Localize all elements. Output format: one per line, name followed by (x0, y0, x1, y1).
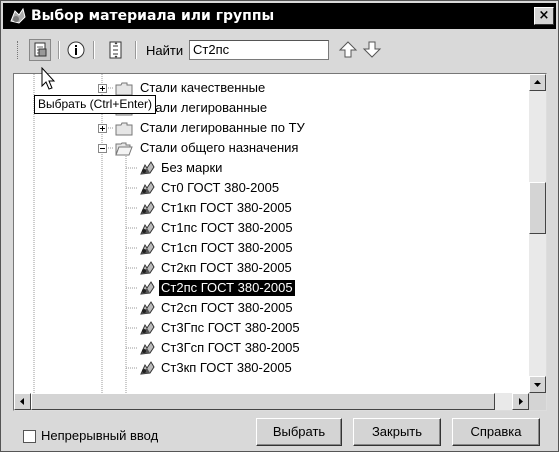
horizontal-scroll-thumb[interactable] (31, 393, 495, 410)
tree-view-icon (109, 41, 122, 59)
tree-item-label-selected: Ст2пс ГОСТ 380-2005 (158, 279, 296, 297)
tree-material-item[interactable]: Ст2кп ГОСТ 380-2005 (14, 258, 509, 278)
title-bar: Выбор материала или группы × (3, 3, 556, 29)
continuous-input-checkbox[interactable] (23, 430, 36, 443)
scroll-left-icon (20, 398, 24, 405)
help-button[interactable]: Справка (452, 418, 540, 446)
tree-item-label: Ст3кп ГОСТ 380-2005 (161, 360, 292, 375)
tree-group-item[interactable]: Стали легированные по ТУ (14, 118, 509, 138)
material-icon (138, 159, 156, 177)
tree-material-item[interactable]: Ст2сп ГОСТ 380-2005 (14, 298, 509, 318)
window-title: Выбор материала или группы (31, 8, 275, 24)
mouse-cursor-icon (41, 67, 56, 90)
tree-material-item[interactable]: Ст3Гпс ГОСТ 380-2005 (14, 318, 509, 338)
find-label: Найти (146, 43, 184, 58)
folder-icon (115, 141, 133, 156)
tree-material-item[interactable]: Ст1пс ГОСТ 380-2005 (14, 218, 509, 238)
arrow-down-icon (362, 41, 382, 58)
tree-item-label: Ст1кп ГОСТ 380-2005 (161, 200, 292, 215)
toolbar: Найти Ст2пс (3, 31, 556, 69)
dialog-footer: Непрерывный ввод Выбрать Закрыть Справка (1, 413, 558, 451)
continuous-input-label[interactable]: Непрерывный ввод (41, 428, 158, 444)
expand-icon[interactable] (98, 124, 107, 133)
tree-group-item[interactable]: Стали общего назначения (14, 138, 509, 158)
tree-material-item[interactable]: Ст1сп ГОСТ 380-2005 (14, 238, 509, 258)
tree-item-label: Ст2кп ГОСТ 380-2005 (161, 260, 292, 275)
select-button[interactable]: Выбрать (256, 418, 342, 446)
tree-item-label: Ст1сп ГОСТ 380-2005 (161, 240, 293, 255)
tree-material-item[interactable]: Ст3Гсп ГОСТ 380-2005 (14, 338, 509, 358)
select-tooltip: Выбрать (Ctrl+Enter) (34, 95, 157, 114)
tree-material-item[interactable]: Ст2пс ГОСТ 380-2005 (14, 278, 509, 298)
tree-item-label: Ст2сп ГОСТ 380-2005 (161, 300, 293, 315)
vertical-scroll-thumb[interactable] (529, 182, 546, 234)
tree-item-label: Стали общего назначения (140, 140, 299, 155)
scroll-down-icon (534, 383, 541, 387)
close-window-button[interactable]: × (534, 7, 554, 25)
scrollbar-corner (529, 393, 546, 410)
folder-icon (115, 121, 133, 136)
vertical-scrollbar[interactable] (529, 74, 546, 393)
material-icon (138, 339, 156, 357)
scroll-right-icon (519, 398, 523, 405)
material-icon (138, 359, 156, 377)
close-button[interactable]: Закрыть (353, 418, 441, 446)
tree-material-item[interactable]: Без марки (14, 158, 509, 178)
info-icon (67, 41, 85, 59)
scroll-down-button[interactable] (529, 376, 546, 393)
material-icon (138, 219, 156, 237)
toolbar-grip[interactable] (17, 41, 21, 59)
material-icon (138, 199, 156, 217)
select-button-toolbar[interactable] (29, 39, 51, 61)
find-next-button[interactable] (361, 39, 383, 61)
material-icon (138, 179, 156, 197)
tree-view-button[interactable] (105, 39, 127, 61)
tree-item-label: Ст1пс ГОСТ 380-2005 (161, 220, 293, 235)
info-button[interactable] (65, 39, 87, 61)
tree-item-label: Без марки (161, 160, 223, 175)
tree-item-label: Ст3Гпс ГОСТ 380-2005 (161, 320, 300, 335)
find-input[interactable]: Ст2пс (189, 40, 329, 60)
scroll-up-button[interactable] (529, 74, 546, 91)
tree-item-label: Стали качественные (140, 80, 266, 95)
arrow-up-icon (338, 41, 358, 58)
horizontal-scrollbar[interactable] (14, 393, 529, 410)
expand-icon[interactable] (98, 84, 107, 93)
collapse-icon[interactable] (98, 144, 107, 153)
material-icon (138, 259, 156, 277)
tree-item-label: Стали легированные (140, 100, 268, 115)
tree-material-item[interactable]: Ст3кп ГОСТ 380-2005 (14, 358, 509, 378)
scroll-left-button[interactable] (14, 393, 31, 410)
material-tree[interactable]: Стали качественные Стали легированные Стал… (13, 73, 547, 411)
tree-item-label: Стали легированные по ТУ (140, 120, 305, 135)
tree-item-label: Ст3Гсп ГОСТ 380-2005 (161, 340, 300, 355)
material-icon (138, 299, 156, 317)
material-icon (138, 319, 156, 337)
tree-material-item[interactable]: Ст0 ГОСТ 380-2005 (14, 178, 509, 198)
material-selection-dialog: Выбор материала или группы × Найти Ст2пс… (0, 0, 559, 452)
scroll-up-icon (534, 80, 541, 84)
tree-material-item[interactable]: Ст1кп ГОСТ 380-2005 (14, 198, 509, 218)
scroll-right-button[interactable] (512, 393, 529, 410)
tree-item-label: Ст0 ГОСТ 380-2005 (161, 180, 280, 195)
material-icon (138, 239, 156, 257)
folder-icon (115, 81, 133, 96)
material-window-icon (10, 7, 26, 24)
select-icon (34, 42, 47, 57)
find-previous-button[interactable] (337, 39, 359, 61)
material-icon (138, 279, 156, 297)
